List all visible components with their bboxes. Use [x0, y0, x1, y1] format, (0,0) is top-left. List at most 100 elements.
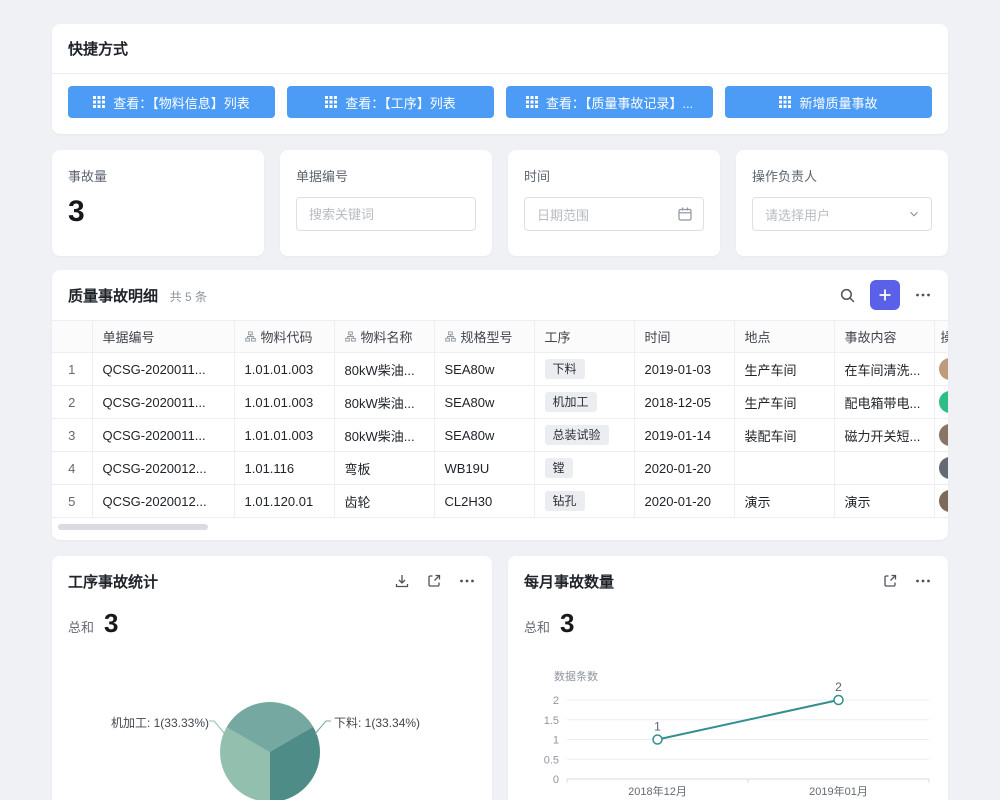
- cell-material-name: 80kW柴油...: [334, 353, 434, 386]
- cell-process: 总装试验: [534, 419, 634, 452]
- cell-spec-model: SEA80w: [434, 353, 534, 386]
- cell-row-number: 3: [52, 419, 92, 452]
- column-header-place[interactable]: 地点: [734, 321, 834, 353]
- accident-count-card: 事故量 3: [52, 150, 264, 256]
- svg-text:2: 2: [553, 695, 559, 707]
- total-label: 总和: [524, 617, 550, 636]
- operator-filter-card: 操作负责人 请选择用户: [736, 150, 948, 256]
- cell-material-name: 齿轮: [334, 485, 434, 518]
- accident-table: 单据编号物料代码物料名称规格型号工序时间地点 事故内容 操作负责人1QCSG-202…: [52, 320, 948, 518]
- grid-icon: [93, 96, 105, 108]
- process-tag: 机加工: [545, 392, 597, 412]
- cell-row-number: 5: [52, 485, 92, 518]
- column-header-material-code[interactable]: 物料代码: [234, 321, 334, 353]
- monthly-chart-actions: [882, 573, 932, 589]
- cell-operator: [934, 485, 948, 518]
- more-icon[interactable]: [914, 287, 932, 303]
- linked-field-icon: [245, 331, 256, 342]
- table-row[interactable]: 5QCSG-2020012...1.01.120.01齿轮CL2H30钻孔202…: [52, 485, 948, 518]
- process-chart-title: 工序事故统计: [68, 571, 158, 592]
- monthly-line-chart: 00.511.52数据条数2018年12月2019年01月时间（月）12: [524, 648, 932, 800]
- cell-material-code: 1.01.120.01: [234, 485, 334, 518]
- cell-place: [734, 452, 834, 485]
- cell-operator: [934, 353, 948, 386]
- svg-text:2018年12月: 2018年12月: [628, 784, 687, 798]
- date-range-input[interactable]: 日期范围: [524, 197, 704, 231]
- doc-no-filter-card: 单据编号: [280, 150, 492, 256]
- svg-text:1: 1: [553, 735, 559, 747]
- cell-process: 镗: [534, 452, 634, 485]
- cell-doc-no: QCSG-2020012...: [92, 452, 234, 485]
- table-title: 质量事故明细: [68, 288, 158, 305]
- operator-select[interactable]: 请选择用户: [752, 197, 932, 231]
- process-chart-total: 总和 3: [68, 610, 476, 646]
- date-range-placeholder: 日期范围: [537, 205, 589, 224]
- export-icon[interactable]: [394, 573, 410, 589]
- cell-material-code: 1.01.01.003: [234, 386, 334, 419]
- pie-chart-disc[interactable]: [220, 702, 320, 800]
- cell-content: [834, 452, 934, 485]
- accident-count-value: 3: [68, 197, 248, 227]
- grid-icon: [325, 96, 337, 108]
- column-header-operator[interactable]: 操作负责人: [934, 321, 948, 353]
- table-row[interactable]: 4QCSG-2020012...1.01.116弯板WB19U 镗 2020-01-…: [52, 452, 948, 485]
- cell-row-number: 4: [52, 452, 92, 485]
- process-tag: 钻孔: [545, 491, 585, 511]
- column-header-time[interactable]: 时间: [634, 321, 734, 353]
- total-value: 3: [104, 610, 118, 636]
- shortcut-label: 查看：【物料信息】列表: [113, 93, 250, 112]
- column-header-spec-model[interactable]: 规格型号: [434, 321, 534, 353]
- table-row[interactable]: 1QCSG-2020011...1.01.01.00380kW柴油...SEA8…: [52, 353, 948, 386]
- table-title-group: 质量事故明细 共 5 条: [68, 285, 207, 306]
- more-icon[interactable]: [458, 573, 476, 589]
- cell-place: 装配车间: [734, 419, 834, 452]
- column-header-content[interactable]: 事故内容: [834, 321, 934, 353]
- scrollbar-thumb[interactable]: [58, 524, 208, 530]
- doc-no-search-input[interactable]: [296, 197, 476, 231]
- cell-spec-model: WB19U: [434, 452, 534, 485]
- shortcut-view-material-info-list-button[interactable]: 查看：【物料信息】列表: [68, 86, 275, 118]
- process-tag: 镗: [545, 458, 573, 478]
- expand-icon[interactable]: [426, 573, 442, 589]
- column-header-doc-no[interactable]: 单据编号: [92, 321, 234, 353]
- shortcuts-card: 快捷方式 查看：【物料信息】列表 查看：【工序】列表 查看：【质量事故记录】..…: [52, 24, 948, 134]
- monthly-chart-total: 总和 3: [524, 610, 932, 646]
- cell-time: 2020-01-20: [634, 485, 734, 518]
- cell-material-code: 1.01.116: [234, 452, 334, 485]
- table-row[interactable]: 3QCSG-2020011...1.01.01.00380kW柴油...SEA8…: [52, 419, 948, 452]
- monthly-count-card: 每月事故数量 总和 3 00.511.52数据条数2018年12月2019年01…: [508, 556, 948, 800]
- operator-avatar: [939, 457, 949, 479]
- grid-icon: [779, 96, 791, 108]
- cell-time: 2018-12-05: [634, 386, 734, 419]
- shortcut-add-quality-accident-button[interactable]: 新增质量事故: [725, 86, 932, 118]
- shortcut-view-process-list-button[interactable]: 查看：【工序】列表: [287, 86, 494, 118]
- table-container: 单据编号物料代码物料名称规格型号工序时间地点 事故内容 操作负责人1QCSG-202…: [52, 320, 948, 518]
- cell-material-name: 弯板: [334, 452, 434, 485]
- expand-icon[interactable]: [882, 573, 898, 589]
- cell-process: 下料: [534, 353, 634, 386]
- column-label: 地点: [745, 330, 771, 345]
- dashboard-page: 快捷方式 查看：【物料信息】列表 查看：【工序】列表 查看：【质量事故记录】..…: [0, 0, 1000, 800]
- pie-slice-label: 机加工: 1(33.33%): [111, 714, 209, 731]
- shortcuts-row: 查看：【物料信息】列表 查看：【工序】列表 查看：【质量事故记录】... 新增质…: [52, 74, 948, 134]
- process-chart-actions: [394, 573, 476, 589]
- add-record-button[interactable]: [870, 280, 900, 310]
- column-header-process[interactable]: 工序: [534, 321, 634, 353]
- charts-row: 工序事故统计 总和 3 下料: 1(33.34%)总装试验: 1(33.33%)…: [52, 556, 948, 800]
- table-horizontal-scrollbar[interactable]: [58, 524, 936, 530]
- column-header-material-name[interactable]: 物料名称: [334, 321, 434, 353]
- operator-avatar: [939, 490, 949, 512]
- column-label: 事故内容: [845, 330, 897, 345]
- table-row[interactable]: 2QCSG-2020011...1.01.01.00380kW柴油...SEA8…: [52, 386, 948, 419]
- shortcut-view-quality-accident-records-button[interactable]: 查看：【质量事故记录】...: [506, 86, 713, 118]
- total-value: 3: [560, 610, 574, 636]
- more-icon[interactable]: [914, 573, 932, 589]
- linked-field-icon: [345, 331, 356, 342]
- table-header-bar: 质量事故明细 共 5 条: [52, 270, 948, 320]
- operator-avatar: [939, 391, 949, 413]
- search-icon[interactable]: [839, 287, 856, 304]
- cell-time: 2020-01-20: [634, 452, 734, 485]
- column-header-row-number[interactable]: [52, 321, 92, 353]
- accident-table-card: 质量事故明细 共 5 条 单据编号物料代码物料名称规格型号工序时间地点 事故内容 操…: [52, 270, 948, 540]
- operator-avatar: [939, 424, 949, 446]
